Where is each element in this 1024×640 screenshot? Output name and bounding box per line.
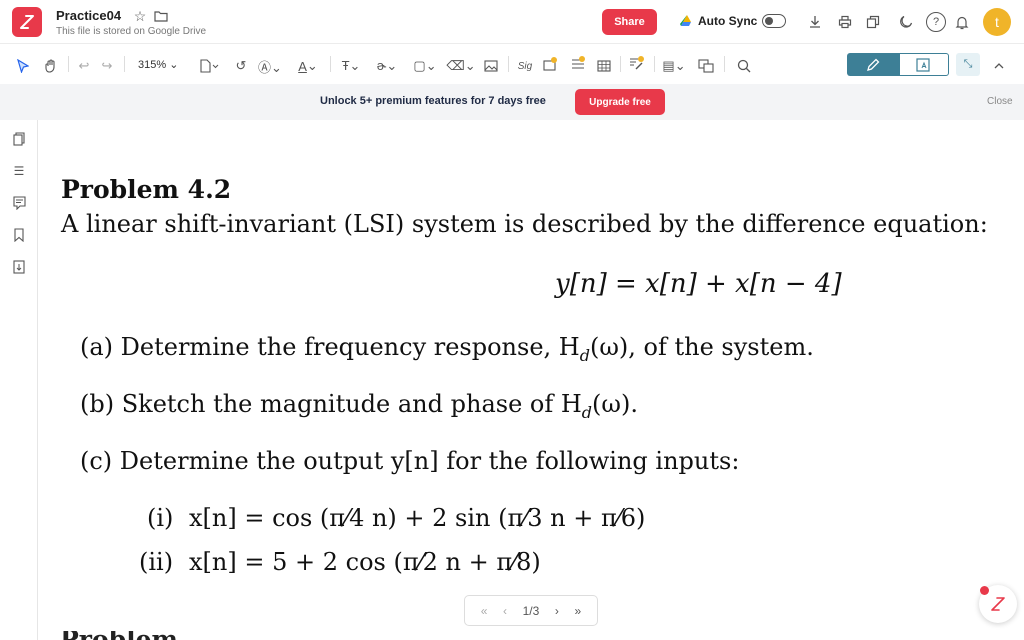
app-logo[interactable] bbox=[12, 7, 42, 37]
draw-tool-icon[interactable]: ɚ⌄ bbox=[372, 56, 402, 76]
edit-mode-button[interactable] bbox=[847, 53, 899, 76]
stamp-premium-icon[interactable] bbox=[541, 54, 559, 74]
rotate-icon[interactable]: ↺ bbox=[232, 56, 250, 76]
upgrade-button[interactable]: Upgrade free bbox=[575, 89, 665, 115]
auto-sync-label: Auto Sync bbox=[698, 14, 758, 28]
form-field-icon[interactable] bbox=[569, 54, 587, 74]
folder-icon[interactable] bbox=[153, 8, 169, 24]
collapse-icon[interactable]: ⤡ bbox=[956, 53, 980, 76]
dark-mode-icon[interactable] bbox=[897, 13, 915, 31]
prev-page-icon[interactable]: ‹ bbox=[503, 604, 507, 618]
auto-sync-toggle[interactable] bbox=[762, 14, 786, 28]
undo-icon[interactable]: ↩ bbox=[75, 56, 93, 76]
select-cursor-icon[interactable] bbox=[14, 56, 32, 76]
text-tool-icon[interactable]: Ŧ⌄ bbox=[336, 56, 366, 76]
zoom-level[interactable]: 315% ⌄ bbox=[138, 58, 178, 71]
page-indicator[interactable]: 1/3 bbox=[523, 604, 540, 618]
signature-icon[interactable]: Sig bbox=[514, 56, 536, 76]
attachment-icon[interactable] bbox=[10, 258, 28, 276]
edit-text-icon[interactable] bbox=[626, 54, 646, 74]
part-a-text: (a) Determine the frequency response, H bbox=[80, 333, 580, 361]
page-navigator: « ‹ 1/3 › » bbox=[464, 595, 598, 626]
auto-sync[interactable]: Auto Sync bbox=[680, 14, 757, 28]
next-page-icon[interactable]: › bbox=[555, 604, 559, 618]
page-tool-icon[interactable] bbox=[196, 56, 222, 76]
sidebar: ☰ bbox=[0, 120, 38, 640]
stamp-tool-icon[interactable]: Ⓐ⌄ bbox=[255, 56, 285, 76]
comments-icon[interactable] bbox=[10, 194, 28, 212]
star-icon[interactable]: ☆ bbox=[132, 8, 148, 24]
input-ii-label: (ii) bbox=[139, 548, 174, 576]
part-b: (b) Sketch the magnitude and phase of Hd… bbox=[80, 390, 638, 422]
chevron-up-icon[interactable] bbox=[990, 56, 1008, 76]
part-a-subscript: d bbox=[579, 345, 590, 365]
print-icon[interactable] bbox=[836, 13, 854, 31]
part-b-text: (b) Sketch the magnitude and phase of H bbox=[80, 390, 582, 418]
table-icon[interactable] bbox=[595, 56, 613, 76]
text-color-icon[interactable]: A ⌄ bbox=[293, 56, 323, 76]
annotate-mode-button[interactable] bbox=[899, 53, 949, 76]
compare-icon[interactable] bbox=[696, 56, 716, 76]
notification-dot bbox=[980, 586, 989, 595]
annotate-icon bbox=[916, 57, 930, 72]
comment-tool-icon[interactable]: ▤⌄ bbox=[660, 56, 688, 76]
search-icon[interactable] bbox=[734, 56, 754, 76]
brand-pen-icon bbox=[991, 597, 1005, 611]
close-promo-button[interactable]: Close bbox=[987, 96, 1013, 107]
avatar[interactable]: t bbox=[983, 8, 1011, 36]
problem-intro: A linear shift-invariant (LSI) system is… bbox=[61, 210, 988, 238]
eraser-tool-icon[interactable]: ⌫⌄ bbox=[446, 56, 476, 76]
input-i: x[n] = cos (π⁄4 n) + 2 sin (π⁄3 n + π⁄6) bbox=[189, 504, 646, 532]
part-b-end: (ω). bbox=[592, 390, 638, 418]
part-a-end: (ω), of the system. bbox=[589, 333, 814, 361]
input-ii: x[n] = 5 + 2 cos (π⁄2 n + π⁄8) bbox=[189, 548, 541, 576]
outline-icon[interactable]: ☰ bbox=[10, 162, 28, 180]
share-button[interactable]: Share bbox=[602, 9, 657, 35]
next-problem-heading: Problem bbox=[60, 631, 180, 640]
bell-icon[interactable] bbox=[953, 13, 971, 31]
first-page-icon[interactable]: « bbox=[481, 604, 488, 618]
part-c: (c) Determine the output y[n] for the fo… bbox=[80, 447, 740, 475]
google-drive-icon bbox=[680, 15, 691, 26]
pages-icon[interactable] bbox=[10, 130, 28, 148]
help-icon[interactable]: ? bbox=[926, 12, 946, 32]
difference-equation: y[n] = x[n] + x[n − 4] bbox=[555, 269, 842, 299]
shape-tool-icon[interactable]: ▢⌄ bbox=[410, 56, 440, 76]
zoom-value: 315% bbox=[138, 59, 167, 71]
problem-heading: Problem 4.2 bbox=[61, 175, 232, 204]
bookmark-icon[interactable] bbox=[10, 226, 28, 244]
image-tool-icon[interactable] bbox=[482, 56, 500, 76]
part-a: (a) Determine the frequency response, Hd… bbox=[80, 333, 814, 365]
input-i-label: (i) bbox=[147, 504, 174, 532]
part-b-subscript: d bbox=[581, 402, 593, 422]
download-icon[interactable] bbox=[806, 13, 824, 31]
file-storage-note: This file is stored on Google Drive bbox=[56, 26, 207, 37]
promo-text: Unlock 5+ premium features for 7 days fr… bbox=[320, 95, 546, 107]
last-page-icon[interactable]: » bbox=[574, 604, 581, 618]
file-title[interactable]: Practice04 bbox=[56, 8, 121, 23]
copy-window-icon[interactable] bbox=[864, 13, 882, 31]
document-page: Problem 4.2 A linear shift-invariant (LS… bbox=[39, 120, 1024, 640]
hand-tool-icon[interactable] bbox=[42, 56, 60, 76]
pencil-icon bbox=[867, 58, 880, 71]
redo-icon[interactable]: ↪ bbox=[98, 56, 116, 76]
